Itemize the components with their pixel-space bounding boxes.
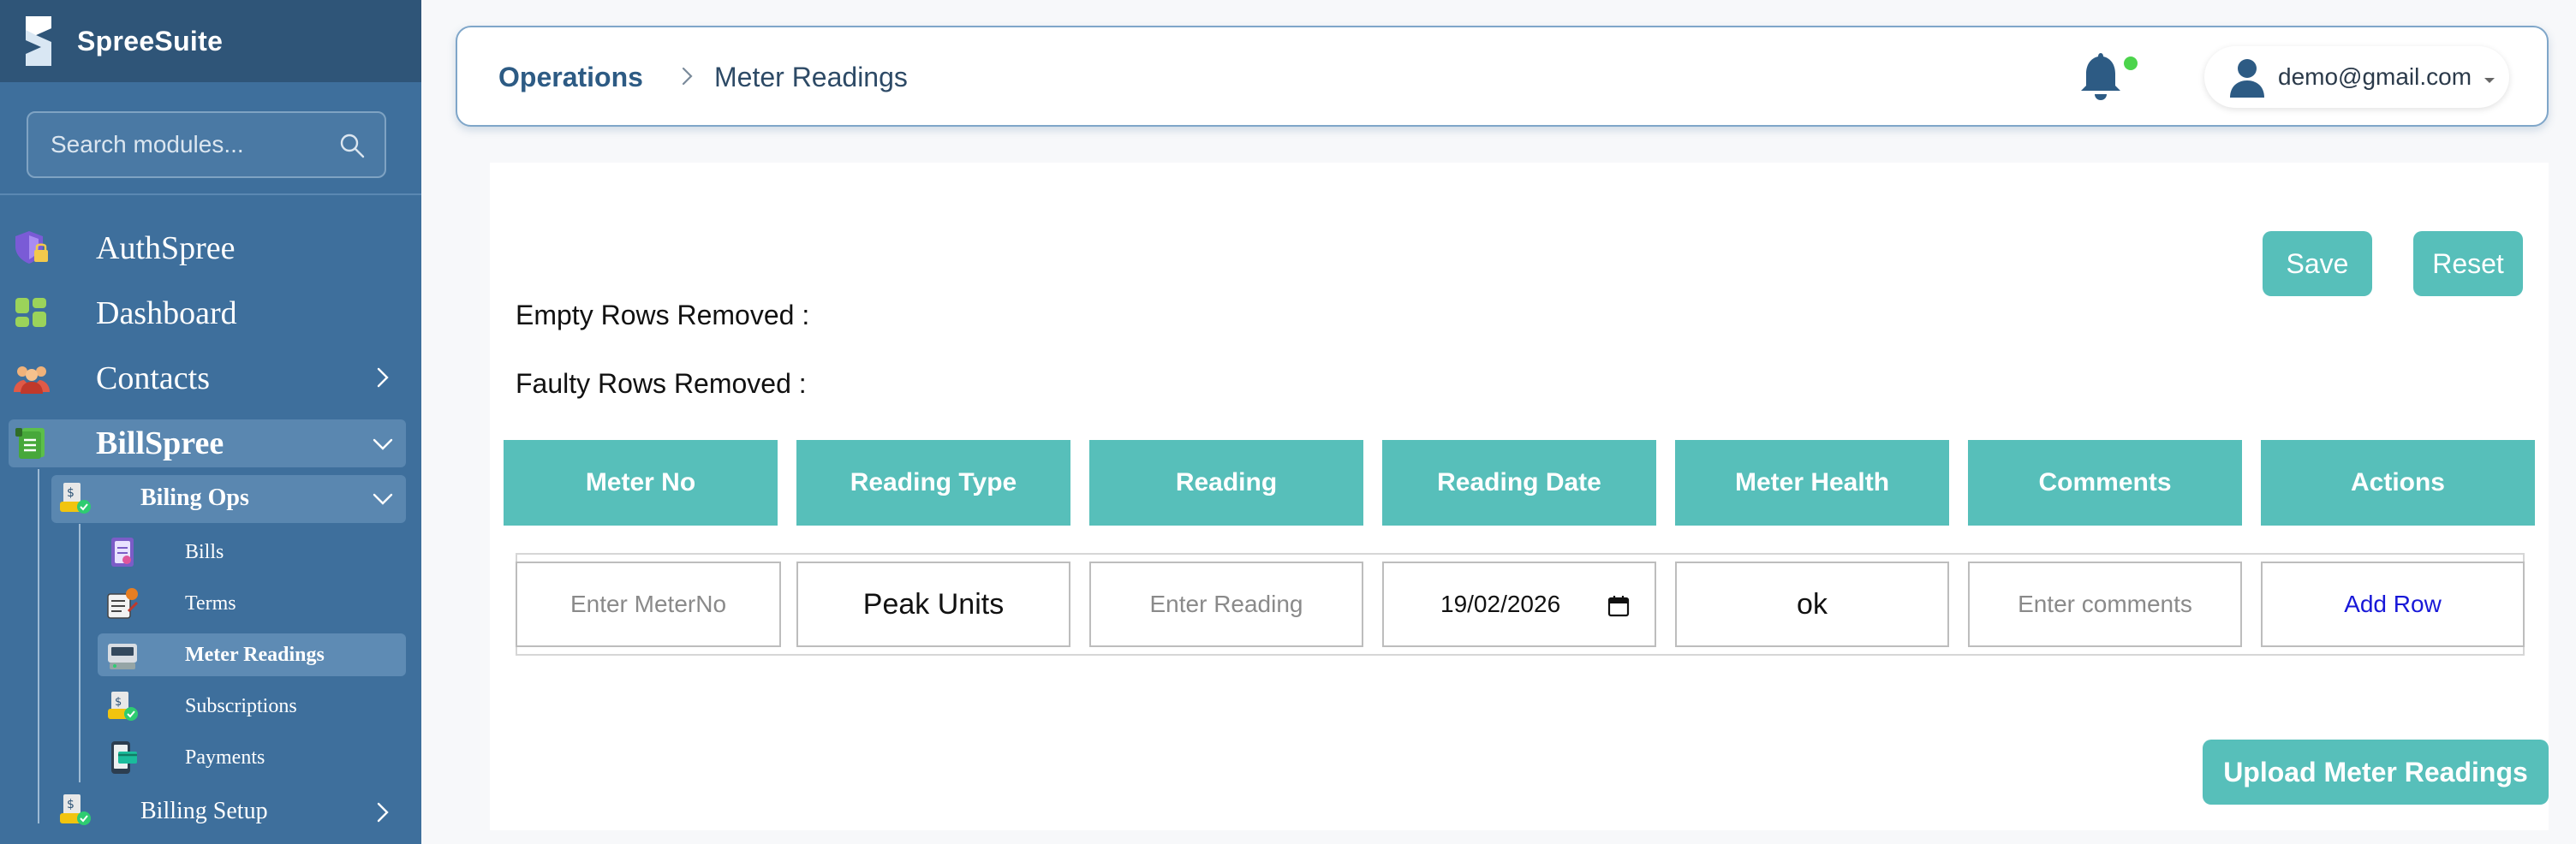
tree-line — [38, 469, 39, 823]
user-menu[interactable]: demo@gmail.com — [2204, 46, 2509, 108]
sidebar-item-label: Meter Readings — [185, 644, 325, 666]
top-header: Operations Meter Readings demo@gmail.com — [456, 26, 2549, 127]
reading-cell — [1089, 562, 1363, 647]
module-search-input[interactable] — [28, 113, 385, 176]
search-icon[interactable] — [338, 132, 366, 159]
sidebar-item-payments[interactable]: Payments — [98, 738, 406, 779]
reset-button[interactable]: Reset — [2413, 231, 2523, 296]
empty-rows-removed-label: Empty Rows Removed : — [516, 300, 810, 330]
team-icon — [12, 358, 51, 397]
sidebar-item-billspree[interactable]: BillSpree — [0, 421, 421, 466]
sidebar-divider — [0, 193, 421, 195]
reading-type-select[interactable]: Peak Units — [863, 588, 1004, 621]
brand-name: SpreeSuite — [77, 25, 224, 56]
reading-input[interactable] — [1091, 563, 1362, 645]
spreesuite-logo-icon — [19, 10, 58, 72]
caret-down-icon[interactable] — [2484, 74, 2496, 83]
sidebar-item-label: Contacts — [96, 360, 210, 396]
sidebar-brand: SpreeSuite — [0, 0, 421, 82]
sidebar-item-label: Subscriptions — [185, 695, 297, 717]
svg-text:$: $ — [115, 696, 122, 709]
sidebar-item-label: Payments — [185, 746, 265, 769]
meter-reading-icon — [104, 637, 140, 673]
sidebar-item-meter-readings[interactable]: Meter Readings — [98, 635, 406, 676]
sidebar-item-bills[interactable]: Bills — [98, 532, 406, 574]
billing-setup-icon: $ — [57, 791, 94, 829]
bell-icon[interactable] — [2072, 48, 2129, 104]
ledger-icon — [12, 423, 51, 462]
user-avatar-icon — [2227, 56, 2268, 99]
svg-text:$: $ — [67, 798, 75, 811]
sidebar-item-label: AuthSpree — [96, 230, 236, 266]
meter-health-cell: ok — [1675, 562, 1949, 647]
payment-icon — [104, 740, 140, 776]
reading-date-value: 19/02/2026 — [1440, 591, 1561, 617]
column-header-meter-no: Meter No — [504, 440, 778, 526]
calendar-icon[interactable] — [1607, 594, 1631, 618]
user-email: demo@gmail.com — [2278, 63, 2472, 90]
sidebar-item-label: Biling Ops — [140, 484, 249, 511]
reading-date-cell: 19/02/2026 — [1382, 562, 1656, 647]
column-header-meter-health: Meter Health — [1675, 440, 1949, 526]
bill-document-icon — [104, 534, 140, 570]
sidebar-item-authspree[interactable]: AuthSpree — [0, 226, 421, 269]
billing-ops-icon: $ — [57, 479, 94, 517]
svg-text:$: $ — [67, 486, 75, 500]
chevron-right-icon[interactable] — [372, 801, 394, 823]
actions-cell: Add Row — [2261, 562, 2525, 647]
sidebar-item-label: Billing Setup — [140, 798, 268, 824]
column-header-comments: Comments — [1968, 440, 2242, 526]
meter-no-input[interactable] — [517, 563, 779, 645]
add-row-link[interactable]: Add Row — [2344, 591, 2442, 618]
module-search — [27, 111, 386, 178]
sidebar-item-billing-setup[interactable]: $ Billing Setup — [51, 788, 406, 834]
reading-type-cell: Peak Units — [796, 562, 1070, 647]
subscription-icon: $ — [104, 688, 140, 724]
chevron-right-icon — [677, 63, 699, 89]
terms-icon — [104, 585, 140, 621]
sidebar-item-label: Bills — [185, 541, 224, 563]
faulty-rows-removed-label: Faulty Rows Removed : — [516, 368, 807, 399]
meter-readings-card: Save Reset Empty Rows Removed : Faulty R… — [490, 163, 2549, 830]
meter-health-select[interactable]: ok — [1797, 588, 1828, 621]
dashboard-grid-icon — [12, 293, 51, 332]
breadcrumb-current: Meter Readings — [714, 62, 908, 92]
sidebar-item-terms[interactable]: Terms — [98, 584, 406, 625]
shield-lock-icon — [12, 228, 51, 267]
chevron-down-icon[interactable] — [372, 433, 394, 455]
chevron-right-icon[interactable] — [372, 366, 394, 389]
column-header-reading-type: Reading Type — [796, 440, 1070, 526]
comments-input[interactable] — [1970, 563, 2240, 645]
column-header-actions: Actions — [2261, 440, 2535, 526]
comments-cell — [1968, 562, 2242, 647]
column-header-reading: Reading — [1089, 440, 1363, 526]
sidebar-item-billing-ops[interactable]: $ Biling Ops — [51, 476, 406, 522]
sidebar: SpreeSuite AuthSpree Dashboard Contacts — [0, 0, 421, 844]
upload-meter-readings-button[interactable]: Upload Meter Readings — [2203, 740, 2549, 805]
sidebar-item-label: BillSpree — [96, 425, 224, 461]
sidebar-item-dashboard[interactable]: Dashboard — [0, 291, 421, 334]
reading-date-input[interactable]: 19/02/2026 — [1384, 563, 1655, 645]
tree-line — [79, 524, 80, 782]
sidebar-item-label: Terms — [185, 592, 236, 615]
sidebar-item-contacts[interactable]: Contacts — [0, 356, 421, 399]
breadcrumb-root[interactable]: Operations — [498, 62, 643, 93]
notification-dot — [2124, 56, 2138, 70]
column-header-reading-date: Reading Date — [1382, 440, 1656, 526]
chevron-down-icon[interactable] — [372, 488, 394, 510]
meter-no-cell — [516, 562, 781, 647]
sidebar-item-label: Dashboard — [96, 295, 237, 331]
save-button[interactable]: Save — [2263, 231, 2372, 296]
sidebar-item-subscriptions[interactable]: $ Subscriptions — [98, 686, 406, 728]
